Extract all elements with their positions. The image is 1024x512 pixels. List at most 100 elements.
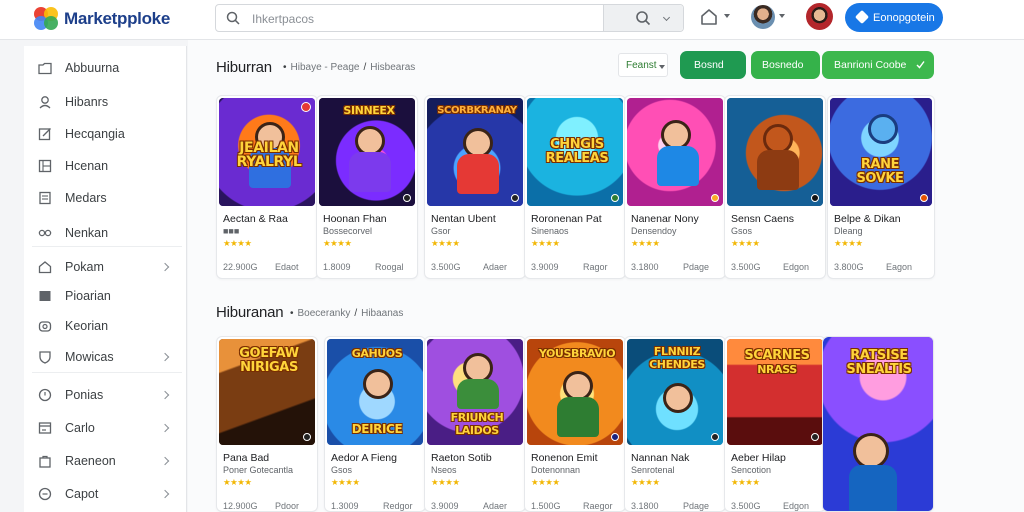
game-card[interactable]: Sensn Caens Gsos ★★★★ 3.500G Edgon bbox=[724, 95, 826, 279]
art-title: CHENDES bbox=[649, 358, 705, 371]
game-thumbnail: JEAILAN RYALRYL bbox=[219, 98, 315, 206]
main-content: Hiburran • Hibaye - Peage / Hisbearas Feans… bbox=[188, 40, 1024, 512]
art-title: SNEALTIS bbox=[846, 362, 912, 377]
featured-game-card[interactable]: RATSISE SNEALTIS bbox=[822, 336, 934, 512]
art-title: SCORBKRANAY bbox=[437, 105, 517, 116]
corner-icon bbox=[711, 194, 719, 202]
game-card[interactable]: Nanenar Nony Densendoy ★★★★ 3.1800 Pdage bbox=[624, 95, 726, 279]
card-subtitle: Bossecorvel bbox=[323, 226, 373, 236]
logo-icon[interactable] bbox=[32, 5, 60, 31]
sidebar-item-label: Hecqangia bbox=[65, 127, 125, 141]
brand-name[interactable]: Marketpploke bbox=[64, 9, 170, 29]
rating-stars: ★★★★ bbox=[531, 238, 560, 248]
card-title: Raeton Sotib bbox=[431, 452, 492, 464]
card-tag: Edgon bbox=[783, 501, 810, 511]
art-title: RANE bbox=[860, 157, 900, 172]
sidebar-item-carlo[interactable]: Carlo bbox=[24, 414, 187, 442]
game-card[interactable]: SCORBKRANAY Nentan Ubent Gsor ★★★★ 3.500… bbox=[424, 95, 526, 279]
card-meta: 3.500G Edgon bbox=[731, 262, 821, 272]
game-card[interactable]: CHNGIS REALEAS Roronenan Pat Sinenaos ★★… bbox=[524, 95, 626, 279]
sidebar-item-mowicas[interactable]: Mowicas bbox=[24, 343, 187, 371]
art-title: SINNEEX bbox=[343, 104, 395, 117]
sidebar-item-medars[interactable]: Medars bbox=[24, 184, 187, 212]
sidebar-item-keorian[interactable]: Keorian bbox=[24, 312, 187, 340]
card-tag: Edgon bbox=[783, 262, 810, 272]
game-card[interactable]: RANE SOVKE Belpe & Dikan Dleang ★★★★ 3.8… bbox=[827, 95, 935, 279]
game-card[interactable]: FLNNIIZ CHENDES Nannan Nak Senrotenal ★★… bbox=[624, 336, 726, 512]
search-icon bbox=[226, 11, 240, 25]
card-meta: 3.800G Eagon bbox=[834, 262, 924, 272]
game-thumbnail: RATSISE SNEALTIS bbox=[823, 337, 933, 511]
button-label: Banrioni Coobe bbox=[834, 59, 907, 71]
card-meta: 1.8009 Roogal bbox=[323, 262, 413, 272]
filter-dropdown[interactable]: Feanst bbox=[618, 53, 668, 77]
sidebar-item-hibanrs[interactable]: Hibanrs bbox=[24, 88, 187, 116]
edit-icon bbox=[38, 128, 51, 141]
corner-icon bbox=[403, 194, 411, 202]
sidebar: Abbuurna Hibanrs Hecqangia Hcenan Medars… bbox=[24, 46, 187, 512]
sidebar-item-hecqangia[interactable]: Hecqangia bbox=[24, 120, 187, 148]
corner-icon bbox=[711, 433, 719, 441]
art-title: FLNNIIZ bbox=[653, 345, 701, 358]
sidebar-item-ponias[interactable]: Ponias bbox=[24, 381, 187, 409]
download-count: 1.8009 bbox=[323, 262, 351, 272]
chevron-down-icon[interactable] bbox=[724, 14, 730, 18]
download-count: 22.900G bbox=[223, 262, 258, 272]
game-card[interactable]: GOEFAW NIRIGAS Pana Bad Poner Gotecantla… bbox=[216, 336, 318, 512]
card-tag: Adaer bbox=[483, 501, 508, 511]
sidebar-item-hcenan[interactable]: Hcenan bbox=[24, 152, 187, 180]
subtitle-part[interactable]: Boeceranky bbox=[298, 308, 351, 319]
sidebar-item-pioarian[interactable]: Pioarian bbox=[24, 282, 187, 310]
chevron-right-icon bbox=[160, 489, 170, 499]
cta-button[interactable]: Eonopgotein bbox=[845, 3, 943, 32]
game-card[interactable]: JEAILAN RYALRYL Aectan & Raa ■■■ ★★★★ 22… bbox=[216, 95, 318, 279]
card-title: Nannan Nak bbox=[631, 452, 690, 464]
search-icon bbox=[636, 11, 651, 26]
button-label: Bosnedo bbox=[762, 59, 804, 71]
sidebar-item-label: Pioarian bbox=[65, 289, 111, 303]
game-card[interactable]: YOUSBRAVIO Ronenon Emit Dotenonnan ★★★★ … bbox=[524, 336, 626, 512]
card-title: Sensn Caens bbox=[731, 213, 795, 225]
sidebar-item-pokam[interactable]: Pokam bbox=[24, 253, 187, 281]
sidebar-item-nenkan[interactable]: Nenkan bbox=[24, 219, 187, 247]
avatar[interactable] bbox=[751, 5, 775, 29]
game-card[interactable]: SINNEEX Hoonan Fhan Bossecorvel ★★★★ 1.8… bbox=[316, 95, 418, 279]
game-card[interactable]: SCARNES NRASS Aeber Hilap Sencotion ★★★★… bbox=[724, 336, 826, 512]
filter-button-1[interactable]: Bosnd bbox=[680, 51, 746, 79]
button-label: Bosnd bbox=[694, 59, 724, 71]
download-count: 3.500G bbox=[731, 262, 761, 272]
art-title: CHNGIS bbox=[550, 137, 604, 152]
home-icon[interactable] bbox=[700, 8, 718, 26]
art-title: FRIUNCH bbox=[450, 411, 504, 424]
chevron-down-icon[interactable] bbox=[779, 14, 785, 18]
sidebar-item-capot[interactable]: Capot bbox=[24, 480, 187, 508]
filter-button-3[interactable]: Banrioni Coobe bbox=[822, 51, 934, 79]
art-title: REALEAS bbox=[545, 151, 609, 166]
rating-stars: ★★★★ bbox=[331, 477, 360, 487]
subtitle-part[interactable]: Hibaanas bbox=[361, 308, 403, 319]
rating-stars: ★★★★ bbox=[834, 238, 863, 248]
search-button[interactable] bbox=[603, 5, 683, 31]
card-tag: Redgor bbox=[383, 501, 413, 511]
game-thumbnail: SCORBKRANAY bbox=[427, 98, 523, 206]
game-card[interactable]: GAHUOS DEIRICE Aedor A Fieng Gsos ★★★★ 1… bbox=[324, 336, 426, 512]
art-title: YOUSBRAVIO bbox=[538, 347, 616, 360]
rating-stars: ★★★★ bbox=[631, 238, 660, 248]
divider bbox=[32, 372, 182, 373]
subtitle-part[interactable]: Hisbearas bbox=[370, 62, 415, 73]
sidebar-item-raeneon[interactable]: Raeneon bbox=[24, 447, 187, 475]
cta-label: Eonopgotein bbox=[873, 12, 935, 24]
search-bar[interactable] bbox=[215, 4, 684, 32]
check-icon bbox=[916, 61, 925, 69]
sidebar-item-label: Capot bbox=[65, 487, 99, 501]
filter-button-2[interactable]: Bosnedo bbox=[751, 51, 820, 79]
sidebar-item-abbuurna[interactable]: Abbuurna bbox=[24, 54, 187, 82]
download-count: 12.900G bbox=[223, 501, 258, 511]
avatar[interactable] bbox=[806, 3, 833, 30]
search-input[interactable] bbox=[252, 9, 552, 29]
top-bar: Marketpploke Eonopgotein bbox=[0, 0, 1024, 40]
card-meta: 1.3009 Redgor bbox=[331, 501, 421, 511]
subtitle-part[interactable]: Hibaye - Peage bbox=[291, 62, 360, 73]
sidebar-item-label: Raeneon bbox=[65, 454, 116, 468]
game-card[interactable]: FRIUNCH LAIDOS Raeton Sotib Nseos ★★★★ 3… bbox=[424, 336, 526, 512]
